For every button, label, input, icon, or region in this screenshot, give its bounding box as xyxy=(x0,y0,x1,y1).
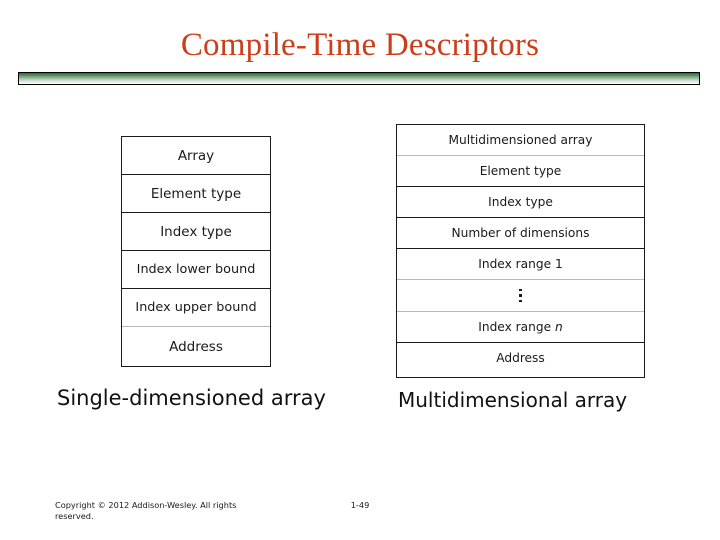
cell-label: Address xyxy=(496,351,545,366)
slide-canvas: Compile-Time Descriptors Array Element t… xyxy=(0,0,720,540)
cell-label-prefix: Index range xyxy=(478,319,555,334)
cell-label: Index range n xyxy=(478,320,562,334)
cell-label: Index range 1 xyxy=(478,257,563,272)
cell-label: Index upper bound xyxy=(135,300,257,316)
cell-label-italic-variable: n xyxy=(555,319,563,334)
footer-copyright-text: Copyright © 2012 Addison-Wesley. All rig… xyxy=(55,500,237,521)
table-row: Index type xyxy=(397,187,644,219)
cell-label: Number of dimensions xyxy=(451,226,590,241)
table-row: Index range 1 xyxy=(397,249,644,281)
table-row: Element type xyxy=(397,156,644,188)
cell-label: Element type xyxy=(150,185,242,202)
multidimensional-array-descriptor-table: Multidimensioned array Element type Inde… xyxy=(396,124,645,378)
caption-multidimensional-array: Multidimensional array xyxy=(398,388,628,412)
caption-single-dimensioned-array: Single-dimensioned array xyxy=(57,386,326,410)
cell-label: Array xyxy=(177,147,215,164)
cell-label: Index type xyxy=(488,195,553,210)
cell-label: Address xyxy=(169,338,223,355)
table-row: Index lower bound xyxy=(122,251,270,290)
cell-label: Element type xyxy=(479,164,562,179)
vertical-ellipsis-icon xyxy=(519,280,522,310)
table-row: Index type xyxy=(122,213,270,252)
table-row: Address xyxy=(122,327,270,365)
table-row-ellipsis xyxy=(397,280,644,312)
table-row: Number of dimensions xyxy=(397,218,644,250)
title-divider-bar xyxy=(18,72,700,85)
page-title: Compile-Time Descriptors xyxy=(180,27,540,63)
cell-label: Multidimensioned array xyxy=(448,133,593,148)
table-row: Element type xyxy=(122,175,270,214)
cell-label: Index lower bound xyxy=(136,262,256,278)
table-row: Index upper bound xyxy=(122,289,270,328)
cell-label: Index type xyxy=(160,223,232,240)
table-row: Index range n xyxy=(397,312,644,343)
table-row: Address xyxy=(397,343,644,374)
table-row: Array xyxy=(122,137,270,176)
table-row: Multidimensioned array xyxy=(397,125,644,157)
single-dimensioned-array-descriptor-table: Array Element type Index type Index lowe… xyxy=(121,136,271,367)
footer-slide-number: 1-49 xyxy=(350,500,370,510)
